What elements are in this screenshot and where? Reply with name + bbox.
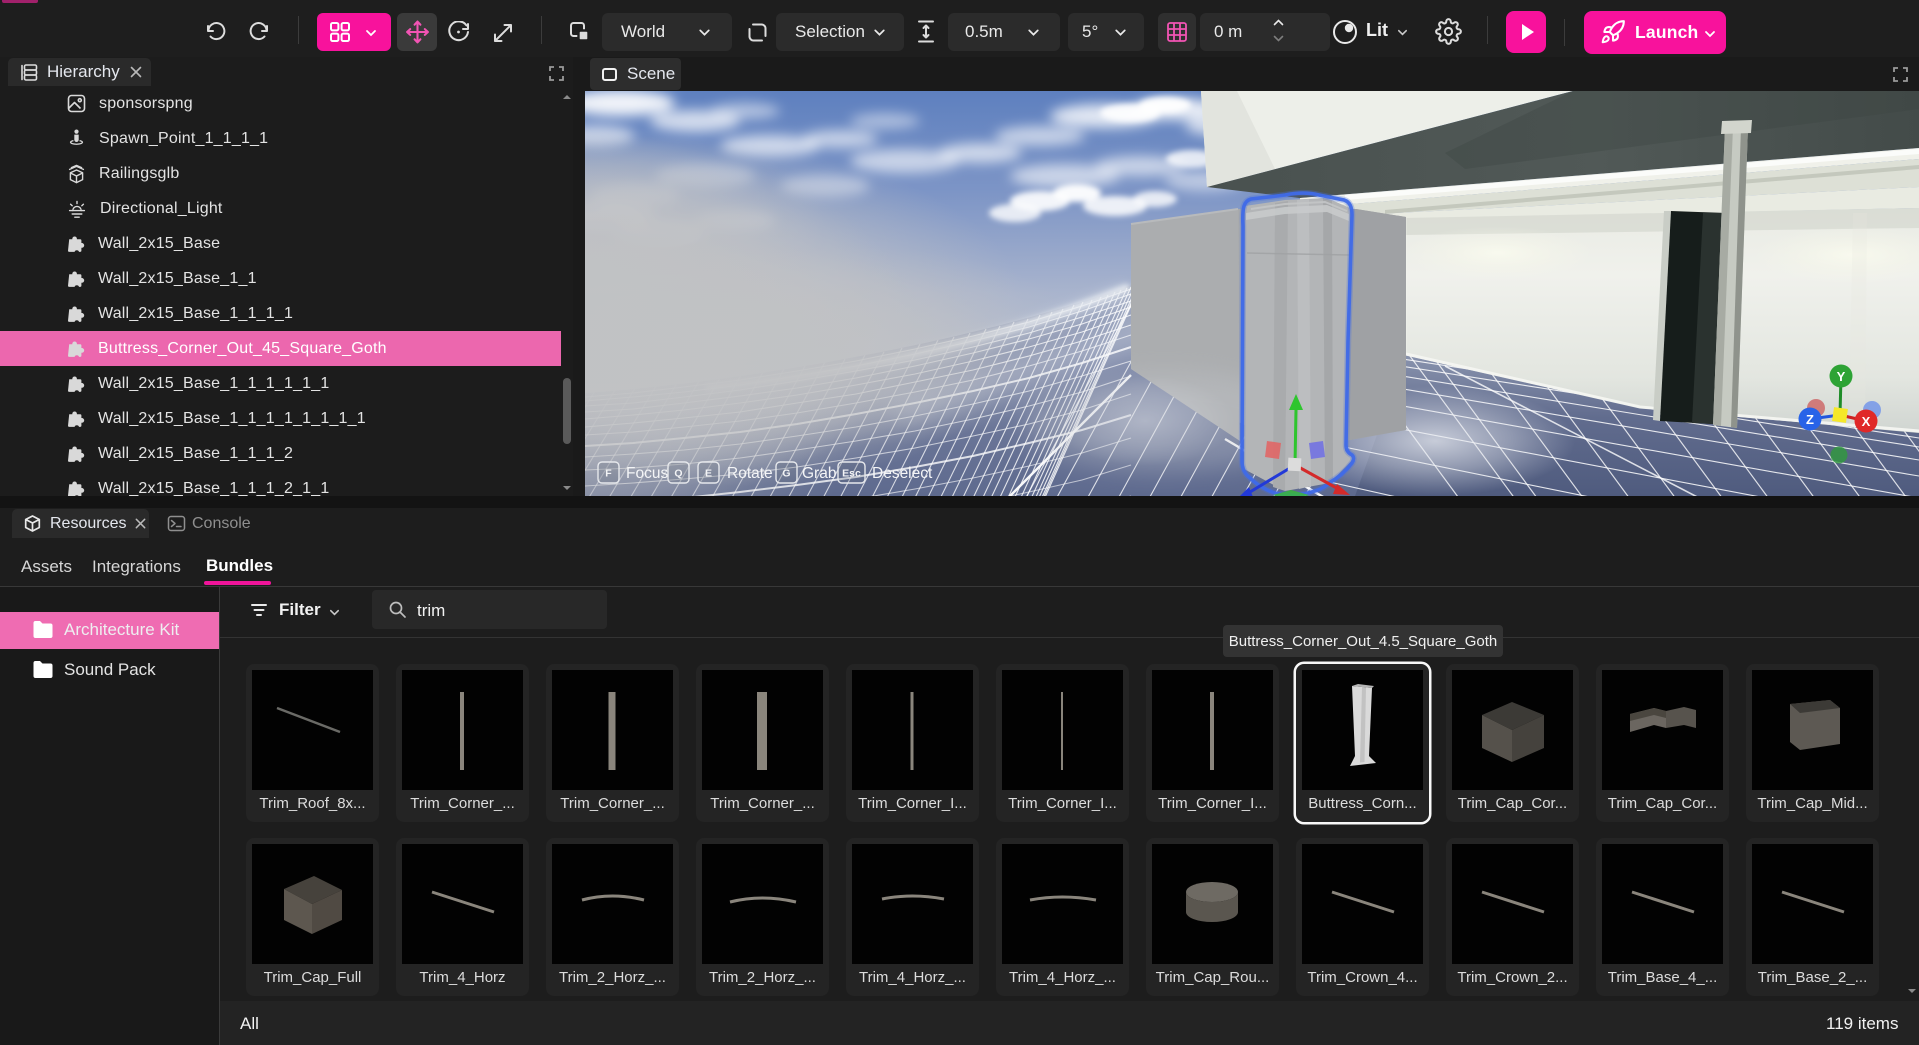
svg-text:G: G [782,468,790,480]
svg-text:Z: Z [1806,412,1814,427]
svg-text:E: E [705,468,712,480]
svg-text:F: F [605,468,612,480]
svg-text:Esc: Esc [842,468,861,480]
svg-text:Grab: Grab [802,465,836,482]
svg-text:Deselect: Deselect [872,465,933,482]
svg-text:Q: Q [674,468,682,480]
svg-text:Rotate: Rotate [727,465,773,482]
svg-text:X: X [1862,414,1871,429]
svg-text:Y: Y [1837,369,1846,384]
svg-text:Focus: Focus [626,465,668,482]
